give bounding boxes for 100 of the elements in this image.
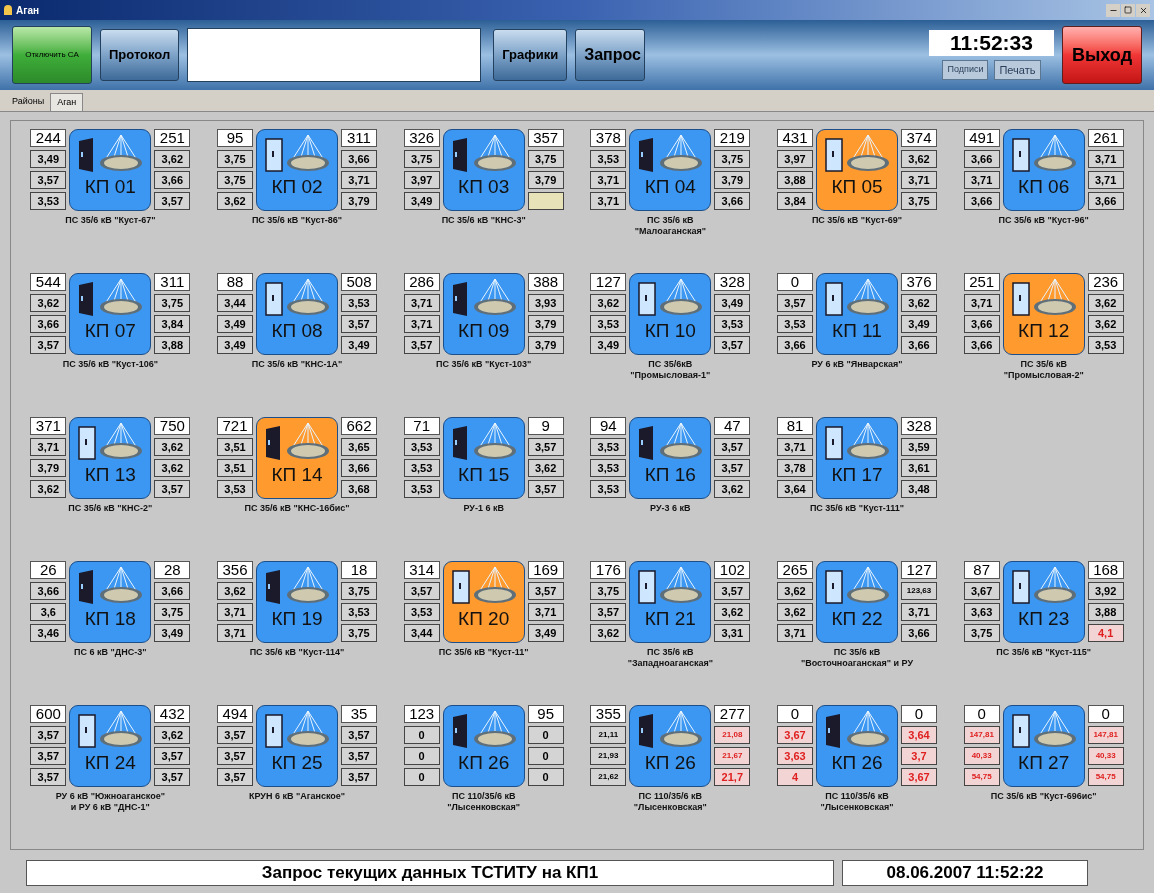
station-label: КП 07	[84, 320, 136, 342]
station-tile[interactable]: КП 25	[256, 705, 338, 787]
value-cell: 3,57	[714, 582, 751, 600]
station-tile[interactable]: КП 18	[69, 561, 152, 643]
station-tile[interactable]: КП 15	[442, 417, 525, 499]
station-tile[interactable]: КП 01	[69, 129, 152, 211]
protocol-button[interactable]: Протокол	[100, 29, 180, 81]
station-caption: ПС 35/6 кВ "Куст-103"	[436, 359, 532, 370]
value-cell: 261	[1087, 129, 1124, 147]
station-tile[interactable]: КП 17	[816, 417, 898, 499]
labels-button[interactable]: Подписи	[942, 60, 989, 80]
station-caption: ПС 35/6 кВ "Куст-96"	[998, 215, 1089, 226]
value-cell: 3,49	[341, 336, 377, 354]
station-tile[interactable]: КП 27	[1002, 705, 1085, 787]
station-tile[interactable]: КП 11	[816, 273, 898, 355]
station-tile[interactable]: КП 07	[69, 273, 152, 355]
value-cell: 0	[901, 705, 937, 723]
value-cell: 3,84	[777, 192, 813, 210]
station-tile[interactable]: КП 19	[256, 561, 338, 643]
value-cell: 3,57	[341, 747, 377, 765]
value-cell: 3,6	[30, 603, 67, 621]
station-tile[interactable]: КП 03	[442, 129, 525, 211]
station-tile[interactable]: КП 26	[442, 705, 525, 787]
station-label: КП 26	[458, 752, 510, 774]
station-tile[interactable]: КП 02	[256, 129, 338, 211]
station-tile[interactable]: КП 26	[629, 705, 712, 787]
lamp-icon	[472, 422, 517, 460]
station-tile[interactable]: КП 22	[816, 561, 898, 643]
status-timestamp: 08.06.2007 11:52:22	[842, 860, 1088, 886]
value-cell: 3,44	[403, 624, 440, 642]
value-cell: 3,66	[901, 336, 937, 354]
message-field[interactable]	[187, 28, 482, 82]
station-caption: ПС 110/35/6 кВ	[451, 791, 516, 802]
value-cell: 3,66	[154, 171, 191, 189]
disconnect-button[interactable]: Отключить СА	[12, 26, 92, 84]
value-cell: 168	[1087, 561, 1124, 579]
value-cell: 508	[341, 273, 377, 291]
station-caption: ПС 35/6 кВ "Куст-114"	[249, 647, 345, 658]
value-cell: 3,62	[1087, 315, 1124, 333]
minimize-button[interactable]	[1106, 3, 1120, 17]
tab[interactable]: Районы	[6, 93, 51, 111]
value-cell: 4	[777, 768, 813, 786]
value-cell: 127	[901, 561, 937, 579]
value-cell: 26	[30, 561, 67, 579]
value-cell: 244	[30, 129, 67, 147]
value-cell: 328	[714, 273, 751, 291]
charts-button[interactable]: Графики	[493, 29, 568, 81]
station-tile[interactable]: КП 20	[442, 561, 525, 643]
station-caption: РУ-3 6 кВ	[650, 503, 691, 514]
close-button[interactable]	[1136, 3, 1150, 17]
station-tile[interactable]: КП 12	[1002, 273, 1085, 355]
value-cell: 3,57	[341, 726, 377, 744]
station-tile[interactable]: КП 16	[629, 417, 712, 499]
lamp-icon	[286, 422, 330, 460]
tab[interactable]: Аган	[50, 93, 84, 111]
value-cell: 3,49	[30, 150, 67, 168]
station-tile[interactable]: КП 14	[256, 417, 338, 499]
station-tile[interactable]: КП 13	[69, 417, 152, 499]
value-cell: 3,88	[1087, 603, 1124, 621]
value-cell: 3,68	[341, 480, 377, 498]
value-cell: 3,53	[777, 315, 813, 333]
value-cell: 3,57	[30, 171, 67, 189]
station-label: КП 14	[271, 464, 323, 486]
value-cell: 3,71	[527, 603, 564, 621]
lamp-icon	[99, 278, 144, 316]
station-label: КП 24	[84, 752, 136, 774]
station-tile[interactable]: КП 05	[816, 129, 898, 211]
station-tile[interactable]: КП 26	[816, 705, 898, 787]
value-cell: 3,57	[217, 747, 253, 765]
station-caption: ПС 35/6 кВ "КНС-1А"	[251, 359, 343, 370]
value-cell: 3,57	[777, 294, 813, 312]
value-cell: 3,66	[777, 336, 813, 354]
value-cell: 3,49	[714, 294, 751, 312]
lamp-icon	[472, 278, 517, 316]
value-cell: 3,79	[527, 336, 564, 354]
value-cell: 0	[963, 705, 1000, 723]
print-button[interactable]: Печать	[994, 60, 1041, 80]
value-cell: 21,67	[714, 747, 751, 765]
value-cell: 3,63	[963, 603, 1000, 621]
station-label: КП 01	[84, 176, 136, 198]
request-button[interactable]: Запрос	[575, 29, 646, 81]
station-caption: ПС 35/6 кВ "Куст-69"	[811, 215, 903, 226]
station-tile[interactable]: КП 23	[1002, 561, 1085, 643]
station-tile[interactable]: КП 08	[256, 273, 338, 355]
value-cell: 3,75	[901, 192, 937, 210]
value-cell: 3,57	[217, 768, 253, 786]
exit-button[interactable]: Выход	[1062, 26, 1142, 84]
station-tile[interactable]: КП 09	[442, 273, 525, 355]
station-tile[interactable]: КП 24	[69, 705, 152, 787]
value-cell: 3,53	[403, 459, 440, 477]
lamp-icon	[286, 134, 330, 172]
station-tile[interactable]: КП 04	[629, 129, 712, 211]
station-tile[interactable]: КП 21	[629, 561, 712, 643]
value-cell: 3,97	[777, 150, 813, 168]
value-cell: 3,62	[154, 459, 191, 477]
lamp-icon	[472, 710, 517, 748]
station-label: КП 06	[1018, 176, 1070, 198]
station-tile[interactable]: КП 10	[629, 273, 712, 355]
station-caption: ПС 6 кВ "ДНС-3"	[74, 647, 147, 658]
station-tile[interactable]: КП 06	[1002, 129, 1085, 211]
